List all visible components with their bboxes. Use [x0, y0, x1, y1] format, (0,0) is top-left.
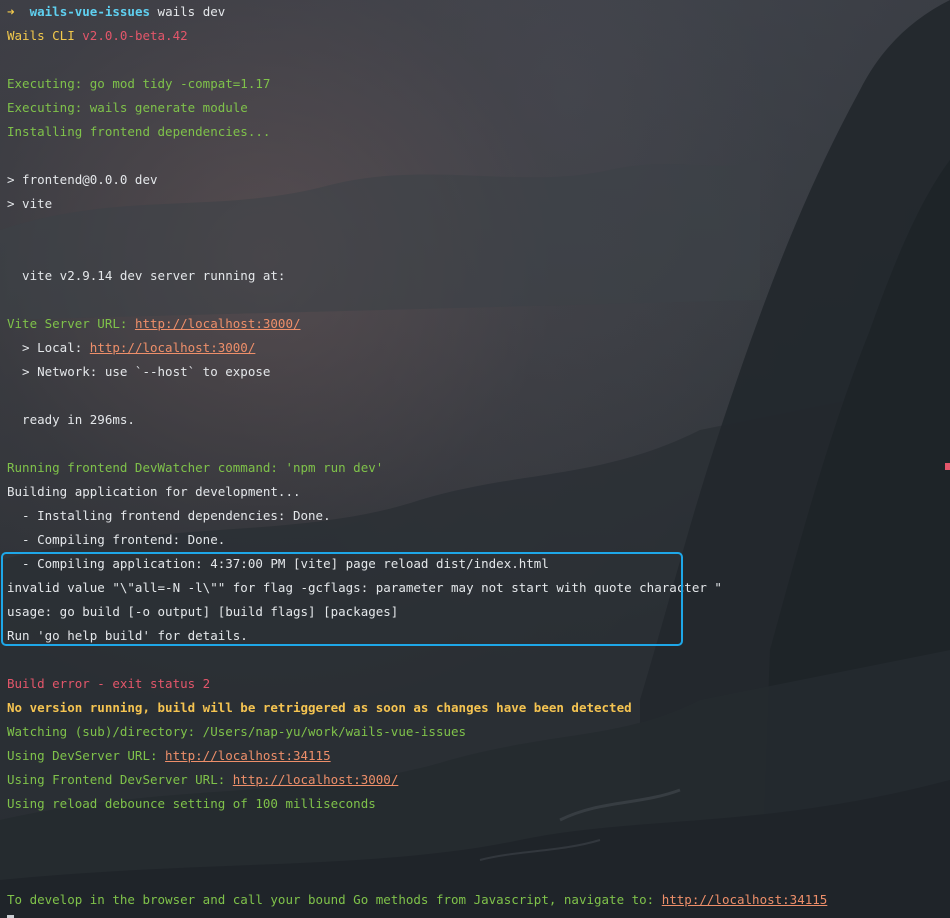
vite-server-link[interactable]: http://localhost:3000/	[135, 316, 301, 331]
devserver-link[interactable]: http://localhost:34115	[165, 748, 331, 763]
watching-line: Watching (sub)/directory: /Users/nap-yu/…	[7, 724, 467, 739]
step-install-line: - Installing frontend dependencies: Done…	[7, 508, 331, 523]
local-url-line: > Local: http://localhost:3000/	[7, 340, 256, 355]
cli-version-line: Wails CLI v2.0.0-beta.42	[7, 28, 188, 43]
frontend-devserver-link[interactable]: http://localhost:3000/	[233, 772, 399, 787]
installing-deps-line: Installing frontend dependencies...	[7, 124, 271, 139]
input-line[interactable]	[7, 912, 942, 918]
local-url-link[interactable]: http://localhost:3000/	[90, 340, 256, 355]
build-error-line: Build error - exit status 2	[7, 676, 211, 691]
usage-line: usage: go build [-o output] [build flags…	[7, 604, 399, 619]
devserver-line: Using DevServer URL: http://localhost:34…	[7, 748, 331, 763]
browser-link[interactable]: http://localhost:34115	[662, 892, 828, 907]
network-line: > Network: use `--host` to expose	[7, 364, 271, 379]
npm-vite-line: > vite	[7, 196, 53, 211]
exec-generate-line: Executing: wails generate module	[7, 100, 248, 115]
vite-running-line: vite v2.9.14 dev server running at:	[7, 268, 286, 283]
terminal-cursor	[7, 914, 14, 918]
exec-tidy-line: Executing: go mod tidy -compat=1.17	[7, 76, 271, 91]
no-version-line: No version running, build will be retrig…	[7, 700, 632, 715]
building-line: Building application for development...	[7, 484, 301, 499]
scroll-marker	[945, 463, 950, 470]
prompt-directory: wails-vue-issues	[29, 4, 151, 19]
invalid-value-line: invalid value "\"all=-N -l\"" for flag -…	[7, 580, 722, 595]
browser-hint-line: To develop in the browser and call your …	[7, 892, 828, 907]
run-help-line: Run 'go help build' for details.	[7, 628, 248, 643]
prompt-line: ➜ wails-vue-issues wails dev	[7, 0, 942, 24]
step-compile-app-line: - Compiling application: 4:37:00 PM [vit…	[7, 556, 549, 571]
prompt-arrow-icon: ➜	[7, 4, 15, 19]
vite-server-line: Vite Server URL: http://localhost:3000/	[7, 316, 301, 331]
frontend-devserver-line: Using Frontend DevServer URL: http://loc…	[7, 772, 399, 787]
debounce-line: Using reload debounce setting of 100 mil…	[7, 796, 376, 811]
prompt-command: wails dev	[157, 4, 226, 19]
npm-script-line: > frontend@0.0.0 dev	[7, 172, 158, 187]
terminal-output[interactable]: ➜ wails-vue-issues wails dev Wails CLI v…	[7, 0, 942, 918]
devwatcher-line: Running frontend DevWatcher command: 'np…	[7, 460, 384, 475]
step-compile-frontend-line: - Compiling frontend: Done.	[7, 532, 226, 547]
ready-line: ready in 296ms.	[7, 412, 135, 427]
